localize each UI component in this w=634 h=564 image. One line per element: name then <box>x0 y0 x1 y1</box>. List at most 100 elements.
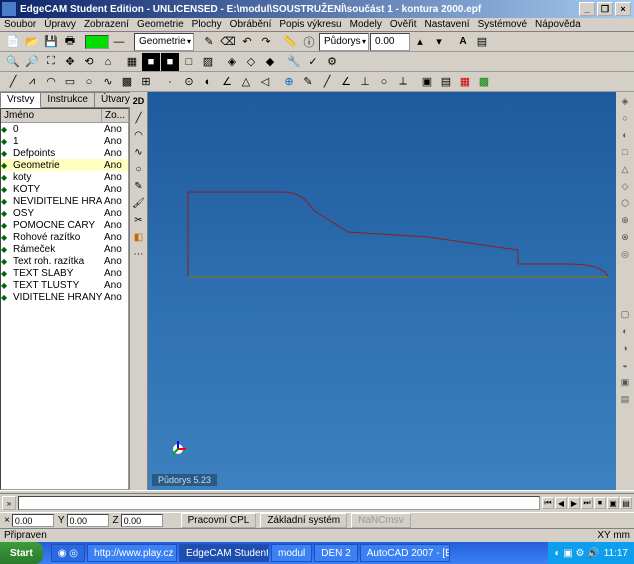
snap3-icon[interactable]: ∠ <box>218 73 236 91</box>
nav-next-icon[interactable]: ▶ <box>568 497 580 509</box>
rt-3-icon[interactable]: ◐ <box>618 128 632 142</box>
color-swatch[interactable] <box>85 35 109 49</box>
measure-icon[interactable]: 📏 <box>281 33 299 51</box>
command-input[interactable] <box>18 496 540 510</box>
nav-first-icon[interactable]: ⏮ <box>542 497 554 509</box>
erase-icon[interactable]: ⌫ <box>219 33 237 51</box>
taskbar-item[interactable]: http://www.play.cz - be… <box>87 544 177 562</box>
dim5-icon[interactable]: ⊥ <box>356 73 374 91</box>
menu-nápověda[interactable]: Nápověda <box>535 19 581 30</box>
tray-icons[interactable]: ◐ ▣ ⚙ 🔊 <box>554 548 599 559</box>
shade4-icon[interactable]: ▨ <box>199 53 217 71</box>
op4-icon[interactable]: ▩ <box>475 73 493 91</box>
cmd-toggle-icon[interactable]: » <box>2 496 16 510</box>
zoom-out-icon[interactable]: 🔎 <box>23 53 41 71</box>
x-input[interactable] <box>12 514 54 527</box>
down-icon[interactable]: ▾ <box>430 33 448 51</box>
vt-curve-icon[interactable]: ∿ <box>132 145 146 159</box>
point-icon[interactable]: · <box>161 73 179 91</box>
layer-row[interactable]: ◆0Ano <box>1 123 128 135</box>
menu-geometrie[interactable]: Geometrie <box>137 19 184 30</box>
dim1-icon[interactable]: ⊕ <box>280 73 298 91</box>
linetype-icon[interactable]: — <box>110 33 128 51</box>
print-icon[interactable]: 🖶 <box>61 33 79 51</box>
viewport[interactable]: Půdorys 5.23 <box>148 92 616 490</box>
nav-stop-icon[interactable]: ⏹ <box>594 497 606 509</box>
menu-systémové[interactable]: Systémové <box>478 19 527 30</box>
nav-last-icon[interactable]: ⏭ <box>581 497 593 509</box>
hatch-icon[interactable]: ▩ <box>118 73 136 91</box>
taskbar-item[interactable]: AutoCAD 2007 - [E:\mod… <box>360 544 450 562</box>
vt-pen-icon[interactable]: ✎ <box>132 179 146 193</box>
snap5-icon[interactable]: ◁ <box>256 73 274 91</box>
rt-8-icon[interactable]: ⊕ <box>618 213 632 227</box>
layer-row[interactable]: ◆RámečekAno <box>1 243 128 255</box>
shade2-icon[interactable]: ■ <box>161 53 179 71</box>
rt-7-icon[interactable]: ⬡ <box>618 196 632 210</box>
op2-icon[interactable]: ▤ <box>437 73 455 91</box>
redo-icon[interactable]: ↷ <box>257 33 275 51</box>
y-input[interactable] <box>67 514 109 527</box>
system-tray[interactable]: ◐ ▣ ⚙ 🔊 11:17 <box>548 542 634 564</box>
circle-icon[interactable]: ○ <box>80 73 98 91</box>
maximize-button[interactable]: ❐ <box>597 2 613 16</box>
nanc-button[interactable]: NaNCmsv <box>351 513 411 528</box>
taskbar-item[interactable]: EdgeCAM Student Edi… <box>179 544 269 562</box>
layer-row[interactable]: ◆TEXT TLUSTÝAno <box>1 279 128 291</box>
dim6-icon[interactable]: ○ <box>375 73 393 91</box>
tab-instrukce[interactable]: Instrukce <box>40 92 95 108</box>
rt-2-icon[interactable]: ○ <box>618 111 632 125</box>
menu-nastavení[interactable]: Nastavení <box>425 19 470 30</box>
snap1-icon[interactable]: ⊙ <box>180 73 198 91</box>
close-button[interactable]: × <box>615 2 631 16</box>
rotate-icon[interactable]: ⟲ <box>80 53 98 71</box>
rt-11-icon[interactable]: ▢ <box>618 307 632 321</box>
rt-14-icon[interactable]: ◒ <box>618 358 632 372</box>
layer-row[interactable]: ◆VIDITELNÉ HRANYAno <box>1 291 128 303</box>
text-icon[interactable]: A <box>454 33 472 51</box>
op1-icon[interactable]: ▣ <box>418 73 436 91</box>
taskbar-item[interactable]: DEN 2 <box>314 544 357 562</box>
zoom-fit-icon[interactable]: ⛶ <box>42 53 60 71</box>
op3-icon[interactable]: ▦ <box>456 73 474 91</box>
menu-obrábění[interactable]: Obrábění <box>230 19 272 30</box>
layer-row[interactable]: ◆NEVIDITELNÉ HRANYAno <box>1 195 128 207</box>
layer-row[interactable]: ◆kotyAno <box>1 171 128 183</box>
rt-13-icon[interactable]: ◑ <box>618 341 632 355</box>
vt-circle-icon[interactable]: ○ <box>132 162 146 176</box>
layer-row[interactable]: ◆Rohové razítkoAno <box>1 231 128 243</box>
pencil-icon[interactable]: ✎ <box>200 33 218 51</box>
open-icon[interactable]: 📂 <box>23 33 41 51</box>
layer-row[interactable]: ◆POMOCNÉ ČÁRYAno <box>1 219 128 231</box>
vt-line-icon[interactable]: ╱ <box>132 111 146 125</box>
rect-icon[interactable]: ▭ <box>61 73 79 91</box>
undo-icon[interactable]: ↶ <box>238 33 256 51</box>
grid-icon[interactable]: ▦ <box>123 53 141 71</box>
rt-9-icon[interactable]: ⊗ <box>618 230 632 244</box>
layer-row[interactable]: ◆TEXT SLABÝAno <box>1 267 128 279</box>
layer-row[interactable]: ◆KÓTYAno <box>1 183 128 195</box>
value-input[interactable]: 0.00 <box>370 33 410 51</box>
start-button[interactable]: Start <box>0 542 43 564</box>
system-button[interactable]: Základní systém <box>260 513 347 528</box>
tool-icon[interactable]: 🔧 <box>285 53 303 71</box>
arc-icon[interactable]: ◠ <box>42 73 60 91</box>
up-icon[interactable]: ▴ <box>411 33 429 51</box>
vt-fill-icon[interactable]: ◧ <box>132 230 146 244</box>
vt-more-icon[interactable]: ⋯ <box>132 247 146 261</box>
mode-select[interactable]: Geometrie <box>134 33 194 51</box>
rt-6-icon[interactable]: ◇ <box>618 179 632 193</box>
layer-row[interactable]: ◆Text roh. razítkaAno <box>1 255 128 267</box>
menu-plochy[interactable]: Plochy <box>192 19 222 30</box>
nav-prev-icon[interactable]: ◀ <box>555 497 567 509</box>
menu-ověřit[interactable]: Ověřit <box>390 19 417 30</box>
layer-row[interactable]: ◆1Ano <box>1 135 128 147</box>
rt-10-icon[interactable]: ◎ <box>618 247 632 261</box>
layer-row[interactable]: ◆OSYAno <box>1 207 128 219</box>
pan-icon[interactable]: ✥ <box>61 53 79 71</box>
settings-icon[interactable]: ⚙ <box>323 53 341 71</box>
menu-zobrazení[interactable]: Zobrazení <box>84 19 129 30</box>
menu-soubor[interactable]: Soubor <box>4 19 36 30</box>
line-icon[interactable]: ╱ <box>4 73 22 91</box>
tab-vrstvy[interactable]: Vrstvy <box>0 92 41 108</box>
